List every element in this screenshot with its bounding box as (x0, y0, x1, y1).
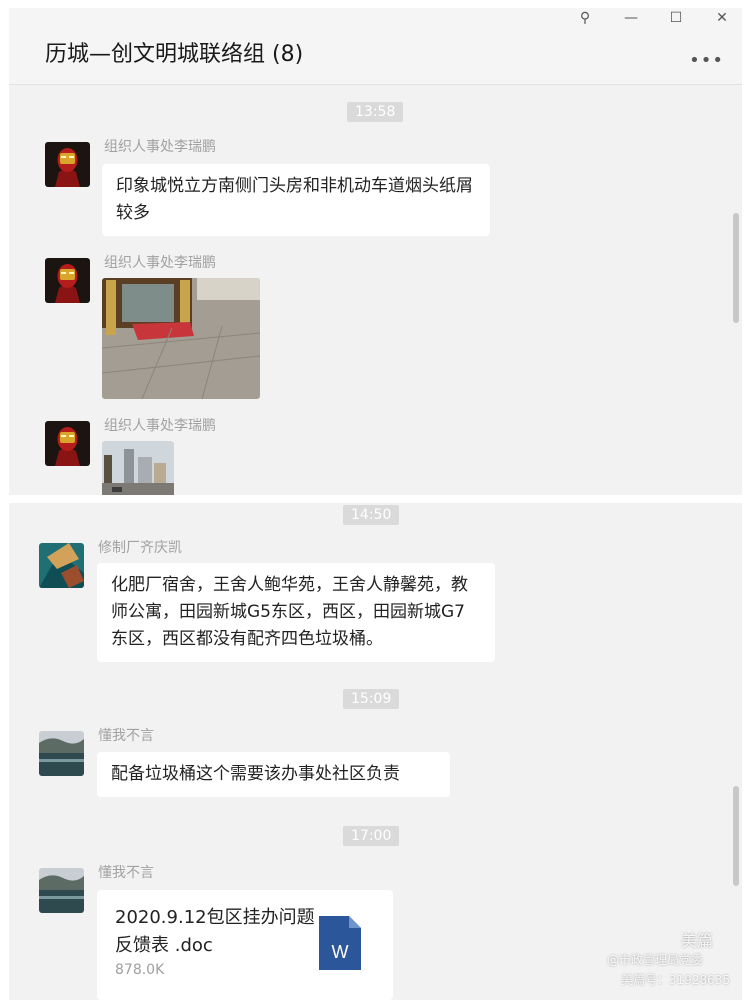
more-options-button[interactable]: ••• (689, 50, 724, 71)
sender-name: 组织人事处李瑞鹏 (104, 418, 216, 434)
street-entrance-photo-icon[interactable] (102, 278, 260, 399)
iron-man-avatar-icon[interactable] (45, 258, 90, 303)
timestamp: 14:50 (343, 505, 400, 525)
chat-header: 历城—创文明城联络组 (8) ⚲ — ☐ ✕ ••• (9, 8, 742, 85)
file-name: 2020.9.12包区挂办问题反馈表 .doc (115, 907, 315, 956)
timestamp: 17:00 (343, 826, 400, 846)
iron-man-avatar-icon[interactable] (45, 421, 90, 466)
lake-landscape-avatar-icon[interactable] (39, 731, 84, 776)
pin-icon[interactable]: ⚲ (575, 10, 595, 26)
close-icon[interactable]: ✕ (712, 10, 732, 26)
sender-name: 组织人事处李瑞鹏 (104, 255, 216, 271)
message-bubble[interactable]: 印象城悦立方南侧门头房和非机动车道烟头纸屑较多 (102, 164, 490, 236)
sender-name: 组织人事处李瑞鹏 (104, 139, 216, 155)
watermark-brand: 美篇 (681, 931, 714, 950)
maximize-icon[interactable]: ☐ (666, 10, 686, 26)
message-bubble[interactable]: 配备垃圾桶这个需要该办事处社区负责 (97, 752, 450, 797)
timestamp: 15:09 (343, 689, 400, 709)
message-bubble[interactable]: 化肥厂宿舍，王舍人鲍华苑，王舍人静馨苑，教师公寓，田园新城G5东区，西区，田园新… (97, 563, 495, 662)
lake-landscape-avatar-icon[interactable] (39, 868, 84, 913)
file-message-card[interactable]: 2020.9.12包区挂办问题反馈表 .doc 878.0K W (97, 890, 393, 1000)
file-size: 878.0K (115, 962, 165, 978)
sender-name: 懂我不言 (98, 728, 154, 744)
sender-name: 修制厂齐庆凯 (98, 540, 182, 556)
sender-name: 懂我不言 (98, 865, 154, 881)
watermark-line2: 美篇号：31928635 (621, 973, 731, 987)
teal-abstract-avatar-icon[interactable] (39, 543, 84, 588)
scrollbar-thumb[interactable] (733, 786, 739, 886)
chat-title: 历城—创文明城联络组 (8) (45, 42, 304, 67)
minimize-icon[interactable]: — (621, 10, 641, 26)
timestamp: 13:58 (347, 102, 404, 122)
chat-window-bottom: 14:50 修制厂齐庆凯 化肥厂宿舍，王舍人鲍华苑，王舍人静馨苑，教师公寓，田园… (9, 503, 742, 1000)
word-doc-letter: W (332, 942, 349, 962)
iron-man-avatar-icon[interactable] (45, 142, 90, 187)
scrollbar-thumb[interactable] (733, 213, 739, 323)
chat-window-top: 历城—创文明城联络组 (8) ⚲ — ☐ ✕ ••• 13:58 组织人事处李瑞… (9, 8, 742, 495)
watermark-line1: @市政管理局党委 (607, 953, 704, 967)
word-doc-icon: W (319, 916, 361, 970)
street-buildings-photo-icon[interactable] (102, 441, 174, 495)
